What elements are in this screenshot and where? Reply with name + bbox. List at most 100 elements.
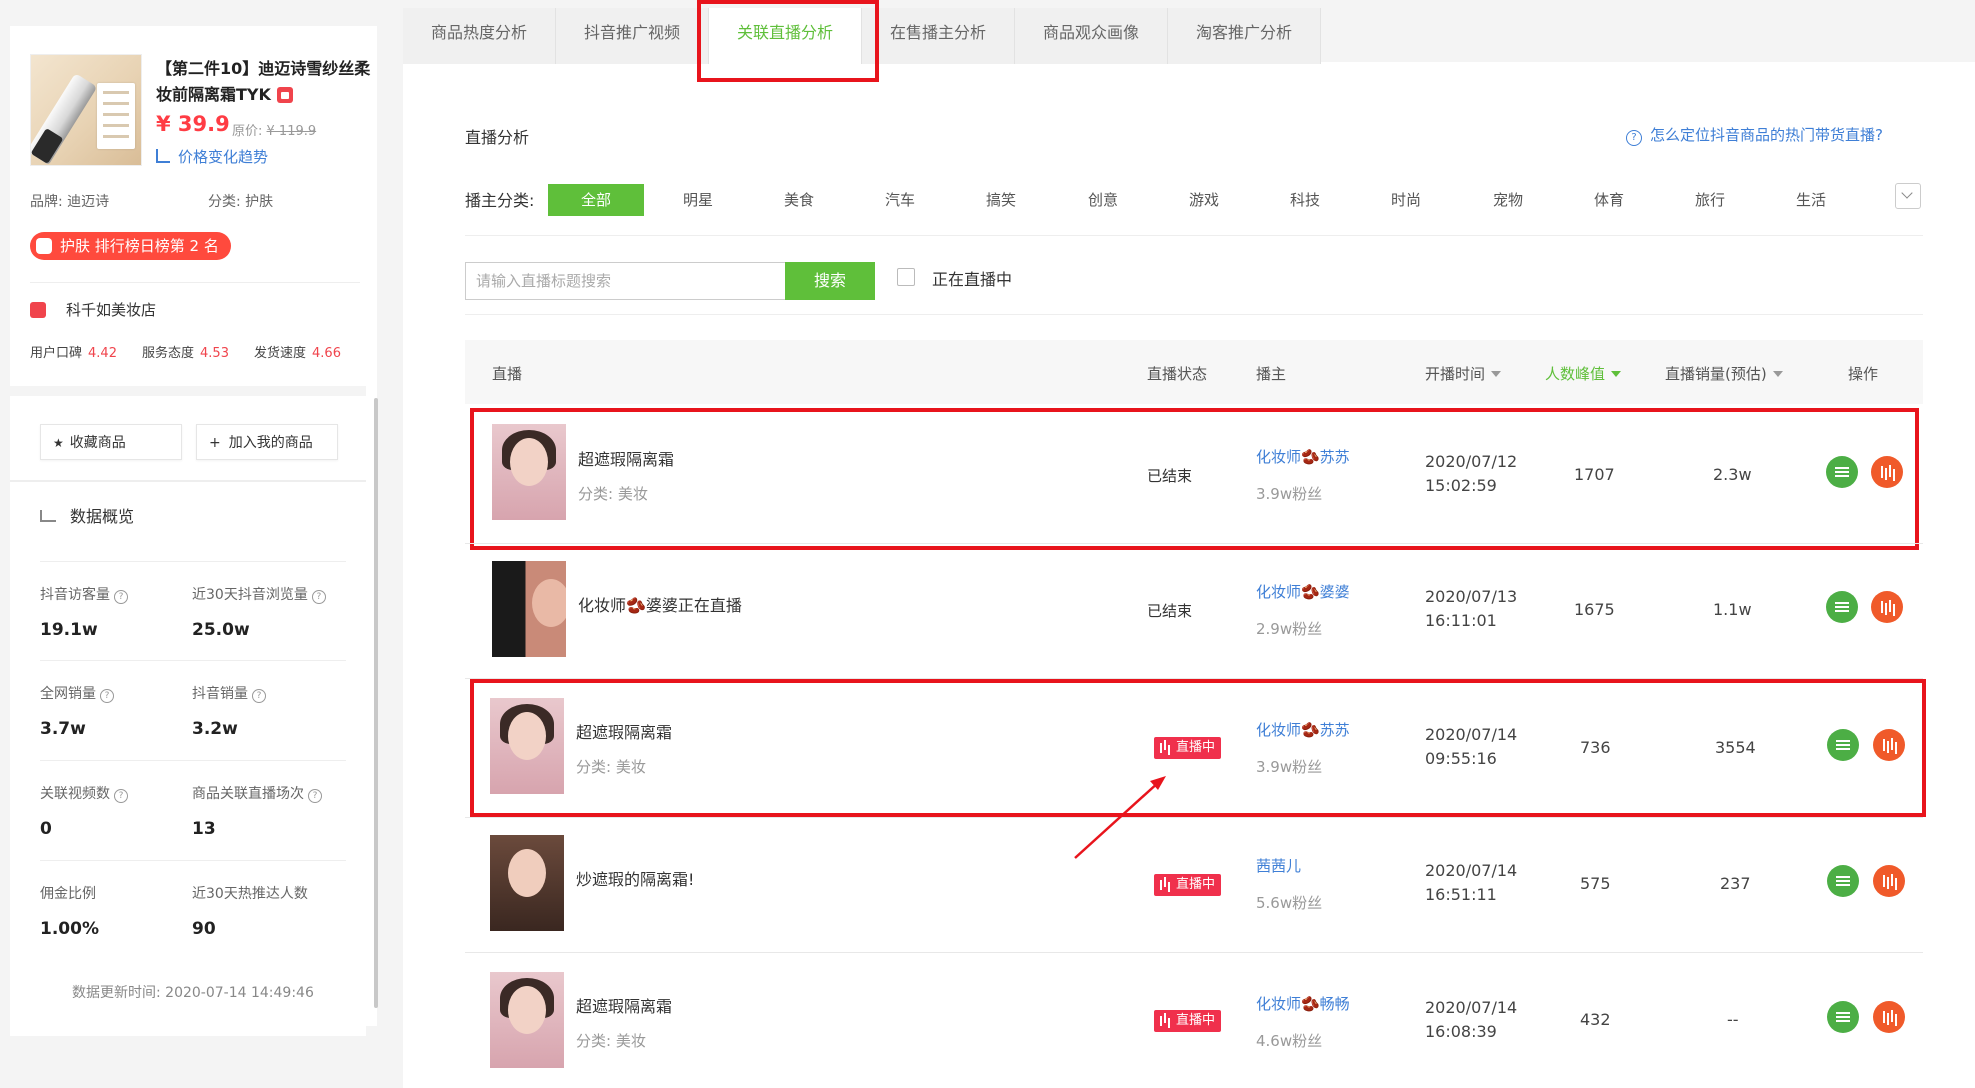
live-sales: 237 bbox=[1720, 874, 1751, 893]
tab-taoke-promo[interactable]: 淘客推广分析 bbox=[1168, 8, 1321, 64]
host-fans: 2.9w粉丝 bbox=[1256, 620, 1323, 638]
left-scrollbar[interactable] bbox=[374, 398, 378, 1008]
divider bbox=[465, 817, 1923, 818]
divider bbox=[465, 543, 1923, 544]
score-service: 服务态度 4.53 bbox=[142, 346, 229, 361]
live-now-badge: 直播中 bbox=[1154, 1010, 1222, 1032]
live-thumbnail[interactable] bbox=[490, 972, 564, 1068]
overview-title: 数据概览 bbox=[40, 503, 134, 527]
live-sales: -- bbox=[1727, 1010, 1739, 1029]
peak-viewers: 575 bbox=[1580, 874, 1611, 893]
stat-label: 商品关联直播场次? bbox=[192, 783, 322, 803]
category-food[interactable]: 美食 bbox=[751, 184, 847, 216]
column-actions: 操作 bbox=[1848, 365, 1879, 383]
category-funny[interactable]: 搞笑 bbox=[953, 184, 1049, 216]
divider bbox=[40, 561, 346, 562]
host-name[interactable]: 化妆师🫘婆婆 bbox=[1256, 581, 1350, 602]
store-name[interactable]: 科千如美妆店 bbox=[66, 299, 156, 320]
help-icon[interactable]: ? bbox=[252, 689, 266, 703]
expand-categories-button[interactable] bbox=[1895, 183, 1921, 209]
plus-icon: + bbox=[209, 435, 221, 451]
category-label: 分类: 护肤 bbox=[208, 194, 274, 210]
stat-value: 90 bbox=[192, 919, 216, 939]
stat-value: 0 bbox=[40, 819, 52, 839]
live-thumbnail[interactable] bbox=[492, 561, 566, 657]
live-sales: 1.1w bbox=[1713, 600, 1752, 619]
price-trend-link[interactable]: 价格变化趋势 bbox=[156, 146, 268, 167]
category-travel[interactable]: 旅行 bbox=[1662, 184, 1758, 216]
section-title: 直播分析 bbox=[465, 128, 530, 147]
stat-label: 近30天抖音浏览量? bbox=[192, 584, 326, 604]
star-icon: ★ bbox=[53, 436, 64, 450]
live-now-badge: 直播中 bbox=[1154, 874, 1222, 896]
tab-product-heat[interactable]: 商品热度分析 bbox=[403, 8, 556, 64]
help-icon[interactable]: ? bbox=[100, 689, 114, 703]
favorite-button[interactable]: ★ 收藏商品 bbox=[40, 424, 182, 460]
rank-badge[interactable]: 护肤 排行榜日榜第 2 名 bbox=[30, 232, 231, 260]
help-icon[interactable]: ? bbox=[311, 590, 326, 604]
bar-chart-icon bbox=[40, 510, 56, 522]
stat-value: 3.2w bbox=[192, 719, 238, 739]
column-sales[interactable]: 直播销量(预估) bbox=[1665, 363, 1783, 384]
help-icon[interactable]: ? bbox=[114, 789, 128, 803]
tab-audience-profile[interactable]: 商品观众画像 bbox=[1015, 8, 1168, 64]
category-life[interactable]: 生活 bbox=[1763, 184, 1859, 216]
divider bbox=[465, 952, 1923, 953]
help-icon[interactable]: ? bbox=[308, 789, 322, 803]
category-auto[interactable]: 汽车 bbox=[852, 184, 948, 216]
category-all[interactable]: 全部 bbox=[548, 184, 644, 216]
category-sports[interactable]: 体育 bbox=[1561, 184, 1657, 216]
detail-icon[interactable] bbox=[1826, 591, 1858, 623]
live-only-checkbox[interactable] bbox=[897, 268, 915, 286]
detail-icon[interactable] bbox=[1827, 1001, 1859, 1033]
product-title[interactable]: 【第二件10】迪迈诗雪纱丝柔妆前隔离霜TYK bbox=[156, 56, 378, 108]
tab-douyin-videos[interactable]: 抖音推广视频 bbox=[556, 8, 709, 64]
score-shipping: 发货速度 4.66 bbox=[254, 346, 341, 361]
live-only-label[interactable]: 正在直播中 bbox=[932, 266, 1012, 290]
divider bbox=[40, 760, 346, 761]
divider bbox=[10, 480, 366, 482]
chart-icon bbox=[156, 149, 170, 163]
category-tech[interactable]: 科技 bbox=[1257, 184, 1353, 216]
host-fans: 5.6w粉丝 bbox=[1256, 894, 1323, 912]
analysis-chart-icon[interactable] bbox=[1873, 1001, 1905, 1033]
help-icon[interactable]: ? bbox=[114, 590, 128, 604]
stat-label: 全网销量? bbox=[40, 683, 114, 703]
search-button[interactable]: 搜索 bbox=[785, 262, 875, 300]
product-price: ¥ 39.9 bbox=[156, 112, 230, 136]
sort-caret-icon bbox=[1611, 371, 1622, 377]
live-title[interactable]: 炒遮瑕的隔离霜! bbox=[576, 866, 694, 890]
column-start-time[interactable]: 开播时间 bbox=[1425, 363, 1502, 384]
analysis-chart-icon[interactable] bbox=[1871, 591, 1903, 623]
category-game[interactable]: 游戏 bbox=[1156, 184, 1252, 216]
score-reputation: 用户口碑 4.42 bbox=[30, 346, 117, 361]
detail-icon[interactable] bbox=[1827, 865, 1859, 897]
live-thumbnail[interactable] bbox=[490, 835, 564, 931]
category-fashion[interactable]: 时尚 bbox=[1358, 184, 1454, 216]
add-to-my-products-button[interactable]: + 加入我的商品 bbox=[196, 424, 338, 460]
host-name[interactable]: 茜茜儿 bbox=[1256, 855, 1301, 876]
filter-label: 播主分类: bbox=[465, 191, 535, 210]
column-peak-viewers[interactable]: 人数峰值 bbox=[1545, 363, 1622, 384]
product-image[interactable] bbox=[30, 54, 142, 166]
analysis-chart-icon[interactable] bbox=[1873, 865, 1905, 897]
help-icon: ? bbox=[1626, 130, 1642, 146]
help-link[interactable]: ? 怎么定位抖音商品的热门带货直播? bbox=[1626, 124, 1883, 146]
column-live: 直播 bbox=[492, 365, 523, 383]
tmall-shop-icon bbox=[276, 87, 293, 103]
divider bbox=[40, 860, 346, 861]
live-title[interactable]: 化妆师🫘婆婆正在直播 bbox=[578, 592, 742, 616]
category-pet[interactable]: 宠物 bbox=[1460, 184, 1556, 216]
category-star[interactable]: 明星 bbox=[650, 184, 746, 216]
stat-value: 13 bbox=[192, 819, 216, 839]
category-creative[interactable]: 创意 bbox=[1055, 184, 1151, 216]
original-price: 原价: ¥ 119.9 bbox=[232, 124, 317, 139]
live-title[interactable]: 超遮瑕隔离霜 bbox=[576, 993, 672, 1017]
highlight-box bbox=[470, 679, 1926, 817]
peak-viewers: 1675 bbox=[1574, 600, 1615, 619]
search-input[interactable] bbox=[465, 262, 785, 300]
host-name[interactable]: 化妆师🫘畅畅 bbox=[1256, 993, 1350, 1014]
tab-seller-analysis[interactable]: 在售播主分析 bbox=[862, 8, 1015, 64]
host-fans: 4.6w粉丝 bbox=[1256, 1032, 1323, 1050]
stat-label: 近30天热推达人数 bbox=[192, 886, 308, 902]
